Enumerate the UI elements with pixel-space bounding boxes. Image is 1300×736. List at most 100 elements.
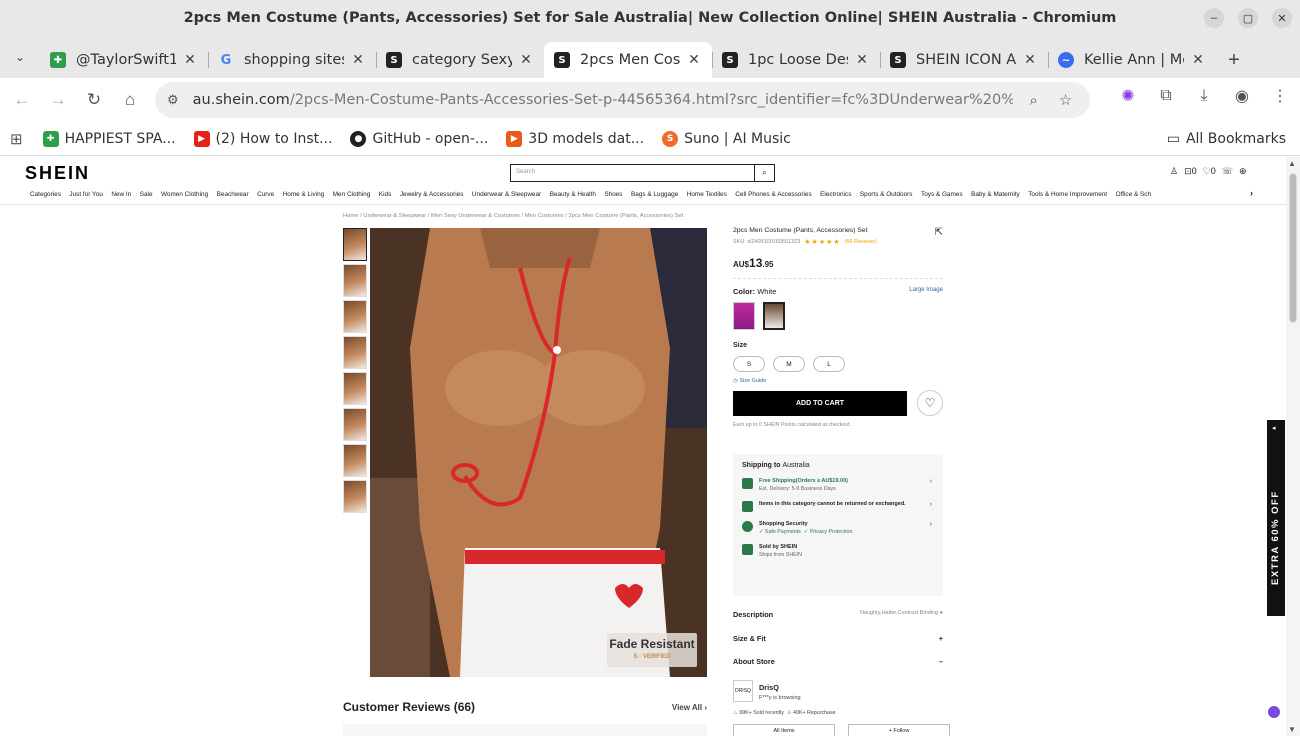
bookmark-3d-models[interactable]: ▶ 3D models dat... [506,130,644,147]
url-text[interactable]: au.shein.com/2pcs-Men-Costume-Pants-Acce… [193,92,1013,108]
puzzle-extensions-icon[interactable]: ⧉ [1154,84,1178,108]
nav-item[interactable]: Home & Living [283,191,325,198]
site-info-icon[interactable]: ⚙ [167,92,179,108]
product-main-image[interactable]: Fade Resistant S · VERIFIED [370,228,707,677]
scrollbar-thumb[interactable] [1289,173,1297,323]
zoom-icon[interactable]: ⌕ [1023,92,1045,109]
description-accordion[interactable]: Description Naughty,Halter,Contrast Bindi… [733,610,943,619]
close-window-button[interactable]: ✕ [1272,8,1292,28]
close-tab-icon[interactable]: ✕ [1190,52,1206,68]
bookmark-star-icon[interactable]: ☆ [1055,91,1077,109]
close-tab-icon[interactable]: ✕ [182,52,198,68]
menu-icon[interactable]: ⋮ [1268,84,1292,108]
product-thumbnail[interactable] [343,336,367,369]
tab-loose-des[interactable]: S 1pc Loose Des ✕ [712,42,880,78]
close-tab-icon[interactable]: ✕ [518,52,534,68]
store-name[interactable]: DrisQ [759,683,779,692]
product-thumbnail[interactable] [343,480,367,513]
nav-item[interactable]: Toys & Games [921,191,963,198]
color-swatch-pink[interactable] [733,302,755,330]
chevron-left-icon[interactable]: ◂ [1272,424,1276,432]
address-bar[interactable]: ⚙ au.shein.com/2pcs-Men-Costume-Pants-Ac… [155,82,1090,118]
page-scrollbar[interactable]: ▲ ▼ [1286,157,1300,736]
scroll-down-icon[interactable]: ▼ [1288,725,1296,734]
chevron-right-icon[interactable]: › [1250,188,1253,198]
about-store-accordion[interactable]: About Store – [733,657,943,666]
download-icon[interactable]: ⤓ [1192,84,1216,108]
extension-icon[interactable]: ✺ [1116,84,1140,108]
product-thumbnail[interactable] [343,300,367,333]
tab-men-costume[interactable]: S 2pcs Men Cost ✕ [544,42,712,78]
product-thumbnail[interactable] [343,444,367,477]
product-thumbnail[interactable] [343,372,367,405]
nav-item[interactable]: Bags & Luggage [631,191,678,198]
search-icon[interactable]: ⌕ [754,165,774,181]
reviews-link[interactable]: (66 Reviews) [845,239,877,245]
close-tab-icon[interactable]: ✕ [686,52,702,68]
view-all-link[interactable]: View All › [672,703,707,712]
nav-item[interactable]: Curve [257,191,274,198]
nav-item[interactable]: Underwear & Sleepwear [472,191,541,198]
tab-kellie-ann[interactable]: ~ Kellie Ann | Me ✕ [1048,42,1216,78]
all-items-button[interactable]: All Items [733,724,835,736]
nav-item[interactable]: Shoes [604,191,622,198]
globe-icon[interactable]: ⊕ [1239,166,1247,177]
apps-grid-icon[interactable]: ⊞ [10,130,23,148]
home-icon[interactable]: ⌂ [112,82,148,118]
new-tab-button[interactable]: + [1216,42,1252,78]
shein-logo[interactable]: SHEIN [25,163,90,184]
minimize-button[interactable]: – [1204,8,1224,28]
breadcrumb[interactable]: Home / Underwear & Sleepwear / Men Sexy … [343,213,683,219]
follow-button[interactable]: + Follow [848,724,950,736]
tab-search-icon[interactable]: ⌄ [0,36,40,78]
profile-icon[interactable]: ◉ [1230,84,1254,108]
security-row[interactable]: Shopping Security ✓ Safe Payments ✓ Priv… [742,521,934,535]
large-image-link[interactable]: Large Image [909,287,943,296]
size-option-s[interactable]: S [733,356,765,372]
nav-item[interactable]: Office & Sch [1116,191,1151,198]
reload-icon[interactable]: ↻ [76,82,112,118]
nav-item[interactable]: Electronics [820,191,851,198]
tab-shein-icon[interactable]: S SHEIN ICON Al ✕ [880,42,1048,78]
size-option-m[interactable]: M [773,356,805,372]
assistant-icon[interactable] [1268,706,1280,718]
bookmark-github[interactable]: ● GitHub - open-... [350,130,488,147]
scroll-up-icon[interactable]: ▲ [1288,159,1296,168]
nav-item[interactable]: Tools & Home Improvement [1028,191,1107,198]
wishlist-icon[interactable]: ♡0 [1203,166,1216,177]
bookmark-youtube[interactable]: ▶ (2) How to Inst... [193,130,332,147]
store-logo[interactable]: DRISQ [733,680,753,702]
tab-category-sexy[interactable]: S category Sexy ✕ [376,42,544,78]
nav-item[interactable]: Sale [140,191,153,198]
product-thumbnail[interactable] [343,408,367,441]
nav-item[interactable]: Cell Phones & Accessories [735,191,811,198]
tab-shopping-sites[interactable]: G shopping sites ✕ [208,42,376,78]
size-guide-link[interactable]: ◷ Size Guide [733,378,943,384]
support-icon[interactable]: ☏ [1222,166,1233,177]
forward-icon[interactable]: → [40,82,76,118]
all-bookmarks-button[interactable]: ▭ All Bookmarks [1167,131,1286,147]
add-to-cart-button[interactable]: ADD TO CART [733,390,907,416]
nav-item[interactable]: Just for You [69,191,102,198]
nav-item[interactable]: Jewelry & Accessories [400,191,464,198]
share-icon[interactable]: ⇱ [935,227,943,238]
nav-item[interactable]: Sports & Outdoors [860,191,913,198]
nav-item[interactable]: Categories [30,191,61,198]
search-input[interactable]: Search [511,165,754,181]
site-search[interactable]: Search ⌕ [510,164,775,182]
bookmark-suno[interactable]: S Suno | AI Music [662,130,791,147]
back-icon[interactable]: ← [4,82,40,118]
product-thumbnail[interactable] [343,228,367,261]
close-tab-icon[interactable]: ✕ [1022,52,1038,68]
nav-item[interactable]: New In [111,191,131,198]
nav-item[interactable]: Beachwear [217,191,249,198]
promo-side-tab[interactable]: ◂ EXTRA 60% OFF [1267,420,1285,616]
nav-item[interactable]: Home Textiles [687,191,727,198]
size-fit-accordion[interactable]: Size & Fit + [733,634,943,643]
size-option-l[interactable]: L [813,356,845,372]
product-thumbnail[interactable] [343,264,367,297]
nav-item[interactable]: Women Clothing [161,191,208,198]
tab-taylorswift[interactable]: ✚ @TaylorSwift1 ✕ [40,42,208,78]
close-tab-icon[interactable]: ✕ [854,52,870,68]
account-icon[interactable]: ♙ [1170,166,1178,177]
